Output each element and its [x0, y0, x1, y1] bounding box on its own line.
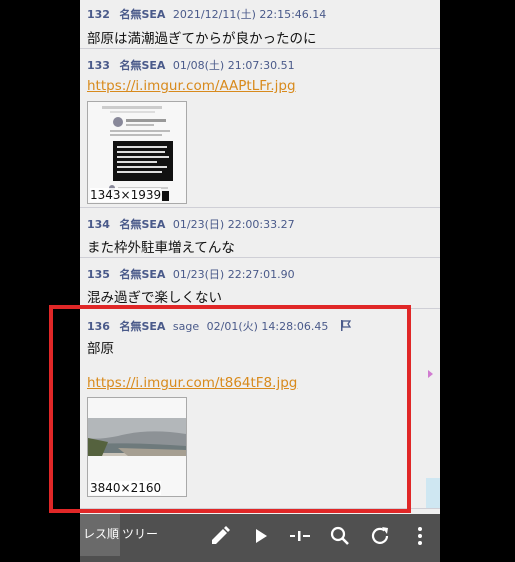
image-size: 1343×1939 — [90, 188, 162, 202]
post-header: 134 名無SEA 01/23(日) 22:00:33.27 — [87, 216, 295, 232]
pencil-icon[interactable] — [208, 524, 232, 548]
post-number[interactable]: 135 — [87, 268, 110, 281]
post-133[interactable]: 133 名無SEA 01/08(土) 21:07:30.51 https://i… — [80, 49, 440, 208]
poster-name: 名無SEA — [119, 268, 166, 281]
post-body: また枠外駐車増えてんな — [87, 240, 235, 256]
poster-name: 名無SEA — [119, 218, 166, 231]
post-date: 2021/12/11(土) 22:15:46.14 — [172, 8, 327, 21]
bottom-toolbar: レス順 ツリー — [80, 514, 440, 562]
image-marker-icon — [162, 191, 169, 201]
post-header: 132 名無SEA 2021/12/11(土) 22:15:46.14 — [87, 6, 326, 22]
highlight-box — [49, 305, 411, 513]
post-134[interactable]: 134 名無SEA 01/23(日) 22:00:33.27 また枠外駐車増えて… — [80, 208, 440, 258]
post-body: 混み過ぎで楽しくない — [87, 290, 222, 306]
side-decoration — [426, 478, 440, 508]
side-marker — [428, 370, 433, 378]
tab-tree[interactable]: ツリー — [122, 514, 158, 554]
post-number[interactable]: 132 — [87, 8, 110, 21]
more-vert-icon[interactable] — [408, 524, 432, 548]
play-icon[interactable] — [248, 524, 272, 548]
search-icon[interactable] — [328, 524, 352, 548]
image-link[interactable]: https://i.imgur.com/AAPtLFr.jpg — [87, 78, 296, 94]
poster-name: 名無SEA — [119, 8, 166, 21]
post-date: 01/08(土) 21:07:30.51 — [172, 59, 295, 72]
post-135[interactable]: 135 名無SEA 01/23(日) 22:27:01.90 混み過ぎで楽しくな… — [80, 258, 440, 309]
refresh-icon[interactable] — [368, 524, 392, 548]
post-body: 部原は満潮過ぎてからが良かったのに — [87, 31, 317, 47]
slider-icon[interactable] — [288, 524, 312, 548]
image-thumbnail[interactable]: 1343×1939 — [87, 101, 187, 204]
post-132[interactable]: 132 名無SEA 2021/12/11(土) 22:15:46.14 部原は満… — [80, 0, 440, 49]
post-date: 01/23(日) 22:00:33.27 — [172, 218, 295, 231]
post-header: 133 名無SEA 01/08(土) 21:07:30.51 — [87, 57, 295, 73]
tab-res-order[interactable]: レス順 — [83, 514, 119, 554]
poster-name: 名無SEA — [119, 59, 166, 72]
post-number[interactable]: 133 — [87, 59, 110, 72]
post-header: 135 名無SEA 01/23(日) 22:27:01.90 — [87, 266, 295, 282]
post-date: 01/23(日) 22:27:01.90 — [172, 268, 295, 281]
post-number[interactable]: 134 — [87, 218, 110, 231]
